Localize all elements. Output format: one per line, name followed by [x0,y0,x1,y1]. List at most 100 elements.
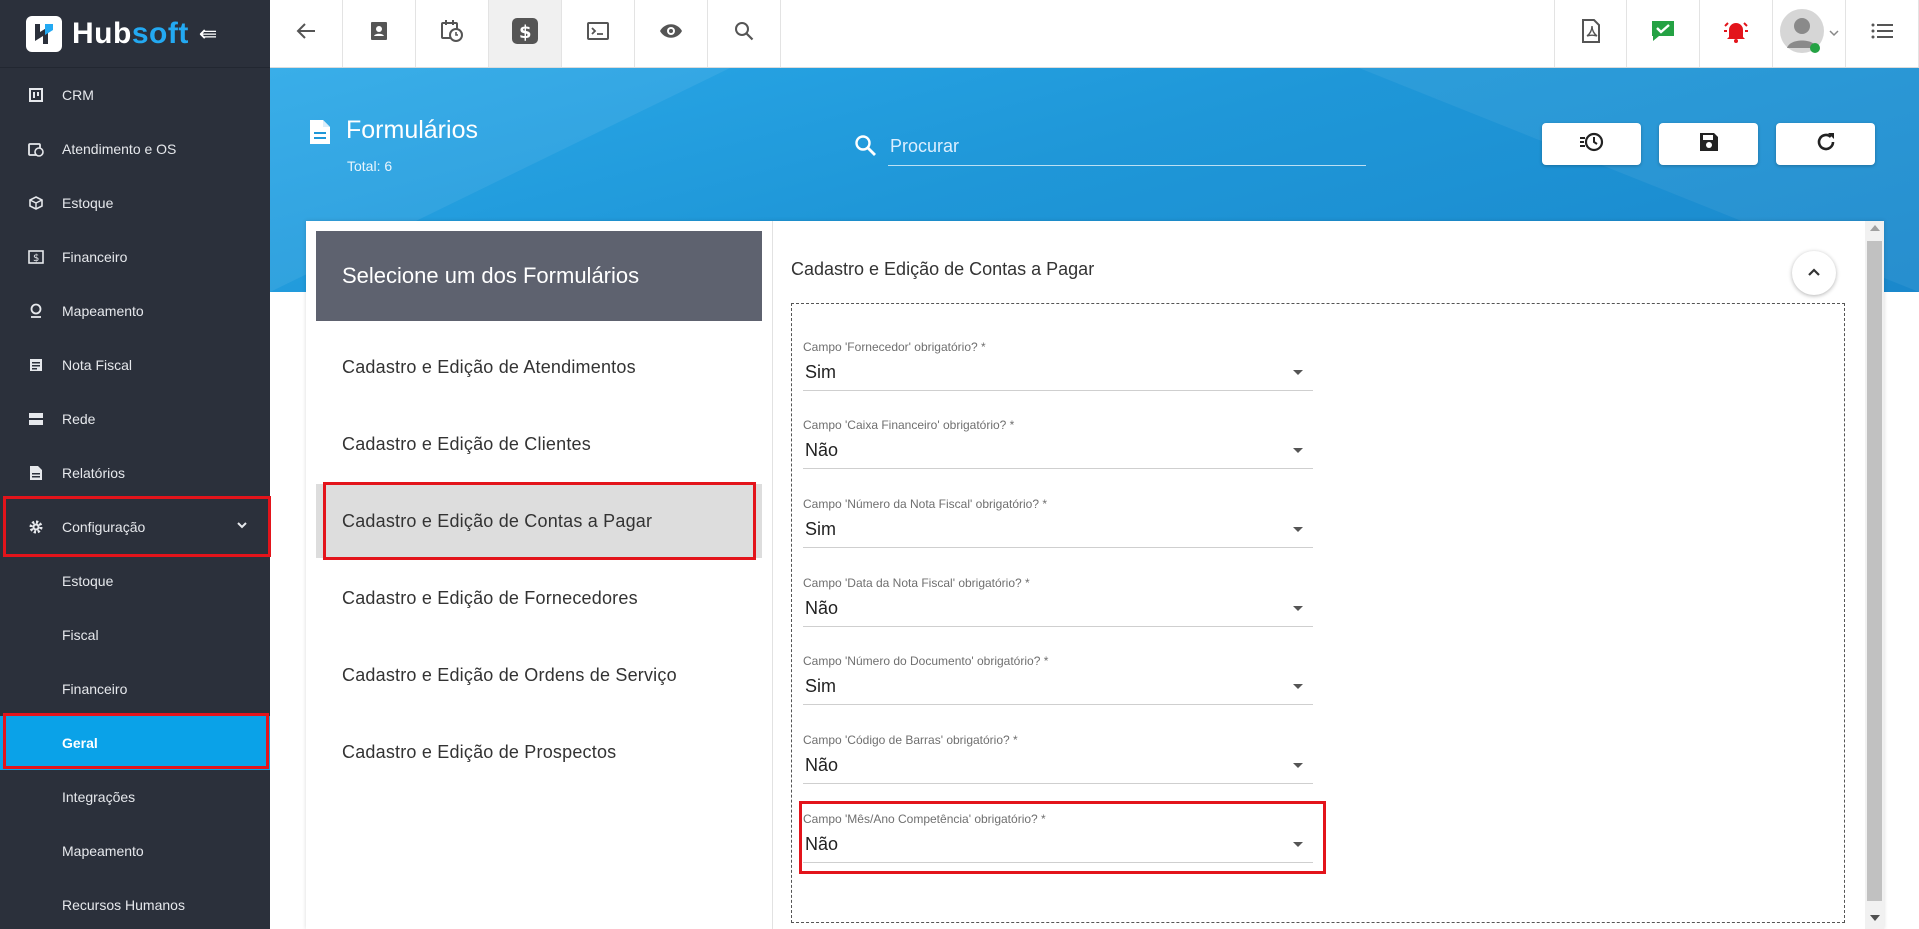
sidebar-item-atendimento[interactable]: Atendimento e OS [0,122,270,176]
svg-text:$: $ [519,22,532,43]
finance-button[interactable]: $ [489,0,562,67]
field-value: Não [805,598,839,618]
select-caixa-financeiro[interactable]: Campo 'Caixa Financeiro' obrigatório? * … [803,418,1313,478]
sidebar-item-label: Estoque [62,195,114,211]
field-value: Sim [805,676,836,696]
avatar [1779,8,1825,59]
dropdown-arrow-icon [1293,527,1303,532]
sidebar-item-rede[interactable]: Rede [0,392,270,446]
collapse-section-button[interactable] [1792,251,1836,295]
schedule-button[interactable] [416,0,489,67]
select-codigo-barras[interactable]: Campo 'Código de Barras' obrigatório? * … [803,733,1313,793]
field-value: Não [805,755,839,775]
scroll-down-arrow-icon[interactable] [1870,915,1880,921]
document-icon [28,357,44,373]
sidebar-subitem-label: Fiscal [62,627,99,643]
logo[interactable]: Hubsoft ⇚ [0,0,270,68]
search-input[interactable] [888,128,1366,166]
field-label: Campo 'Fornecedor' obrigatório? * [803,340,986,354]
user-menu-button[interactable] [1773,0,1846,67]
back-arrow-icon [296,22,316,45]
view-button[interactable] [635,0,708,67]
form-item-fornecedores[interactable]: Cadastro e Edição de Fornecedores [316,561,762,635]
sidebar-item-label: Nota Fiscal [62,357,133,373]
select-numero-documento[interactable]: Campo 'Número do Documento' obrigatório?… [803,654,1313,714]
sidebar-subitem-label: Mapeamento [62,843,144,859]
pdf-button[interactable] [1554,0,1627,67]
collapse-sidebar-icon[interactable]: ⇚ [199,21,217,47]
list-menu-icon [1871,22,1893,45]
search-bar [854,128,1366,166]
forms-list-header: Selecione um dos Formulários [316,231,762,321]
back-button[interactable] [270,0,343,67]
dropdown-arrow-icon [1293,684,1303,689]
dropdown-arrow-icon [1293,606,1303,611]
refresh-button[interactable] [1776,123,1875,165]
floppy-disk-icon [1699,132,1719,157]
sidebar-subitem-mapeamento[interactable]: Mapeamento [0,824,270,878]
refresh-icon [1815,131,1837,158]
save-button[interactable] [1659,123,1758,165]
sidebar-item-estoque[interactable]: Estoque [0,176,270,230]
brand-name: Hubsoft [72,16,189,50]
dropdown-arrow-icon [1293,370,1303,375]
sidebar-subitem-label: Recursos Humanos [62,897,185,913]
pdf-icon [1581,19,1601,48]
tasks-button[interactable] [1627,0,1700,67]
field-value: Não [805,440,839,460]
map-pin-icon [28,303,44,319]
scroll-up-arrow-icon[interactable] [1870,225,1880,231]
page-title: Formulários [346,116,478,144]
dollar-icon: $ [512,18,538,49]
terminal-button[interactable] [562,0,635,67]
search-icon [854,134,878,163]
eye-icon [659,23,683,44]
server-icon [28,411,44,427]
select-data-nota-fiscal[interactable]: Campo 'Data da Nota Fiscal' obrigatório?… [803,576,1313,636]
sidebar-subitem-recursos-humanos[interactable]: Recursos Humanos [0,878,270,929]
history-button[interactable] [1542,123,1641,165]
chevron-down-icon [1829,25,1839,43]
sidebar-item-relatorios[interactable]: Relatórios [0,446,270,500]
sidebar-subitem-fiscal[interactable]: Fiscal [0,608,270,662]
field-value: Sim [805,362,836,382]
field-label: Campo 'Caixa Financeiro' obrigatório? * [803,418,1015,432]
contacts-button[interactable] [343,0,416,67]
hubsoft-logo-icon [26,15,62,52]
main-menu-button[interactable] [1846,0,1919,67]
sidebar-subitem-integracoes[interactable]: Integrações [0,770,270,824]
field-label: Campo 'Código de Barras' obrigatório? * [803,733,1018,747]
alerts-button[interactable] [1700,0,1773,67]
sidebar-item-crm[interactable]: CRM [0,68,270,122]
form-item-ordens-de-servico[interactable]: Cadastro e Edição de Ordens de Serviço [316,638,762,712]
sidebar-item-label: Rede [62,411,96,427]
chat-check-icon [1651,20,1675,47]
sidebar-item-financeiro[interactable]: $ Financeiro [0,230,270,284]
highlight-configuracao [3,496,271,557]
sidebar-item-label: Atendimento e OS [62,141,177,157]
sidebar-subitem-financeiro[interactable]: Financeiro [0,662,270,716]
svg-text:$: $ [33,253,39,264]
alarm-bell-icon [1723,19,1749,48]
report-icon [28,465,44,481]
scrollbar-thumb[interactable] [1867,241,1882,901]
form-item-clientes[interactable]: Cadastro e Edição de Clientes [316,407,762,481]
document-icon [309,119,331,150]
sidebar-subitem-label: Estoque [62,573,114,589]
sidebar-item-nota-fiscal[interactable]: Nota Fiscal [0,338,270,392]
total-count: Total: 6 [347,158,393,174]
field-label: Campo 'Número do Documento' obrigatório?… [803,654,1049,668]
sidebar-item-mapeamento[interactable]: Mapeamento [0,284,270,338]
search-button[interactable] [708,0,781,67]
calendar-clock-icon [28,141,44,157]
form-item-prospectos[interactable]: Cadastro e Edição de Prospectos [316,715,762,789]
sidebar-subitem-estoque[interactable]: Estoque [0,554,270,608]
dropdown-arrow-icon [1293,763,1303,768]
select-fornecedor[interactable]: Campo 'Fornecedor' obrigatório? * Sim [803,340,1313,400]
vertical-scrollbar[interactable] [1865,221,1884,929]
top-toolbar: $ [270,0,1919,68]
history-icon [1579,131,1605,158]
select-numero-nota-fiscal[interactable]: Campo 'Número da Nota Fiscal' obrigatóri… [803,497,1313,557]
form-item-atendimentos[interactable]: Cadastro e Edição de Atendimentos [316,330,762,404]
highlight-mes-ano-competencia [799,801,1326,874]
